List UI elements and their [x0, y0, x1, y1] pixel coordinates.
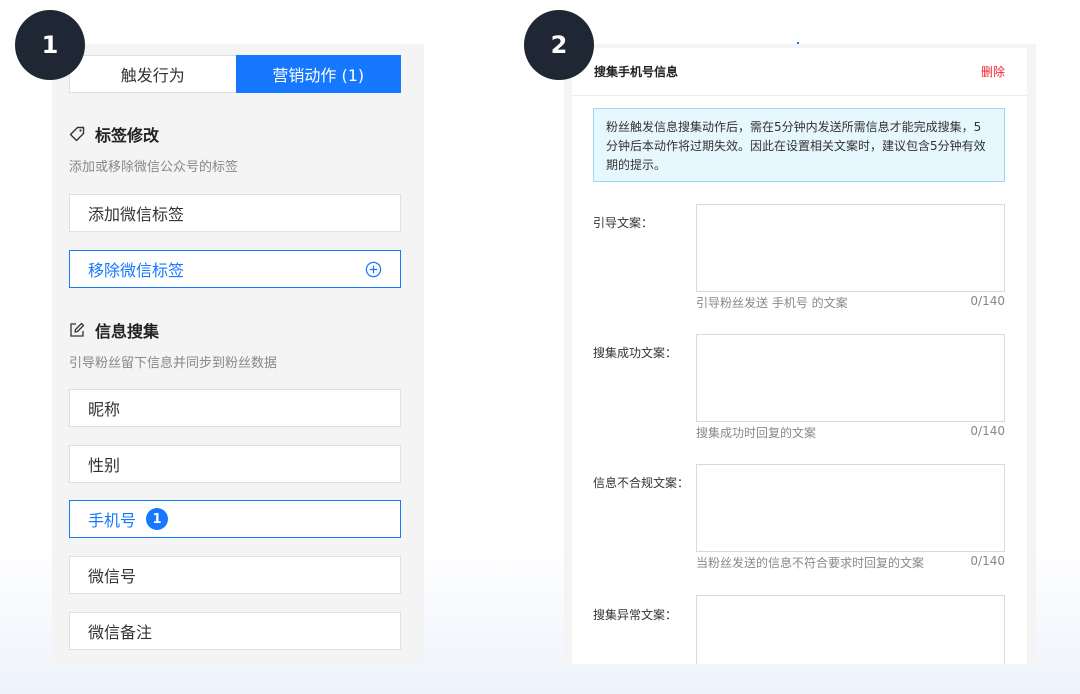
card-title: 搜集手机号信息 [594, 65, 679, 79]
invalid-text-label: 信息不合规文案： [593, 476, 690, 490]
item-label: 手机号 [88, 511, 137, 530]
tab-marketing-action[interactable]: 营销动作 (1) [235, 55, 401, 93]
gender-item[interactable]: 性别 [69, 445, 401, 483]
tab-bar: 触发行为 营销动作 (1) [69, 55, 401, 93]
edit-icon [70, 322, 85, 337]
add-wechat-tag-item[interactable]: 添加微信标签 [69, 194, 401, 232]
hint-text: 引导粉丝发送 手机号 的文案 [696, 296, 848, 310]
item-label: 微信备注 [88, 623, 153, 642]
item-label: 移除微信标签 [88, 261, 185, 280]
tag-section-title: 标签修改 [69, 122, 159, 146]
nickname-item[interactable]: 昵称 [69, 389, 401, 427]
error-text-input[interactable] [696, 595, 1005, 664]
hint-text: 搜集成功时回复的文案 [696, 426, 817, 440]
guide-text-hint: 引导粉丝发送 手机号 的文案 0/140 [696, 294, 1005, 311]
guide-text-input[interactable] [696, 204, 1005, 292]
marketing-action-panel: 触发行为 营销动作 (1) 标签修改 添加或移除微信公众号的标签 添加微信标签 … [52, 44, 424, 664]
info-section-title: 信息搜集 [69, 318, 159, 342]
expiry-notice: 粉丝触发信息搜集动作后，需在5分钟内发送所需信息才能完成搜集，5分钟后本动作将过… [593, 108, 1005, 182]
tab-trigger[interactable]: 触发行为 [69, 55, 236, 93]
collect-phone-card: 搜集手机号信息 删除 粉丝触发信息搜集动作后，需在5分钟内发送所需信息才能完成搜… [572, 48, 1027, 664]
invalid-text-hint: 当粉丝发送的信息不符合要求时回复的文案 0/140 [696, 554, 1005, 571]
invalid-text-input[interactable] [696, 464, 1005, 552]
info-section-desc: 引导粉丝留下信息并同步到粉丝数据 [69, 356, 278, 371]
tag-icon [69, 126, 85, 142]
remove-wechat-tag-item[interactable]: 移除微信标签 [69, 250, 401, 288]
card-header: 搜集手机号信息 删除 [572, 48, 1027, 96]
info-section-title-text: 信息搜集 [95, 322, 160, 341]
collect-config-panel: 搜集手机号信息 删除 粉丝触发信息搜集动作后，需在5分钟内发送所需信息才能完成搜… [564, 44, 1036, 664]
success-text-input[interactable] [696, 334, 1005, 422]
tag-section-title-text: 标签修改 [95, 126, 160, 145]
wechat-remark-item[interactable]: 微信备注 [69, 612, 401, 650]
success-text-label: 搜集成功文案： [593, 346, 678, 360]
wechat-id-item[interactable]: 微信号 [69, 556, 401, 594]
tag-section-desc: 添加或移除微信公众号的标签 [69, 160, 239, 175]
phone-item[interactable]: 手机号 1 [69, 500, 401, 538]
delete-link[interactable]: 删除 [981, 63, 1005, 80]
hint-text: 当粉丝发送的信息不符合要求时回复的文案 [696, 556, 925, 570]
error-text-label: 搜集异常文案： [593, 608, 678, 622]
guide-text-label: 引导文案： [593, 216, 654, 230]
step-badge-1: 1 [15, 10, 85, 80]
char-count: 0/140 [970, 424, 1005, 438]
step-badge-2: 2 [524, 10, 594, 80]
char-count: 0/140 [970, 554, 1005, 568]
item-label: 昵称 [88, 400, 121, 419]
phone-count-badge: 1 [146, 508, 169, 530]
item-label: 添加微信标签 [88, 205, 185, 224]
item-label: 性别 [88, 456, 121, 475]
success-text-hint: 搜集成功时回复的文案 0/140 [696, 424, 1005, 441]
char-count: 0/140 [970, 294, 1005, 308]
add-circle-icon[interactable] [365, 261, 382, 278]
item-label: 微信号 [88, 567, 137, 586]
